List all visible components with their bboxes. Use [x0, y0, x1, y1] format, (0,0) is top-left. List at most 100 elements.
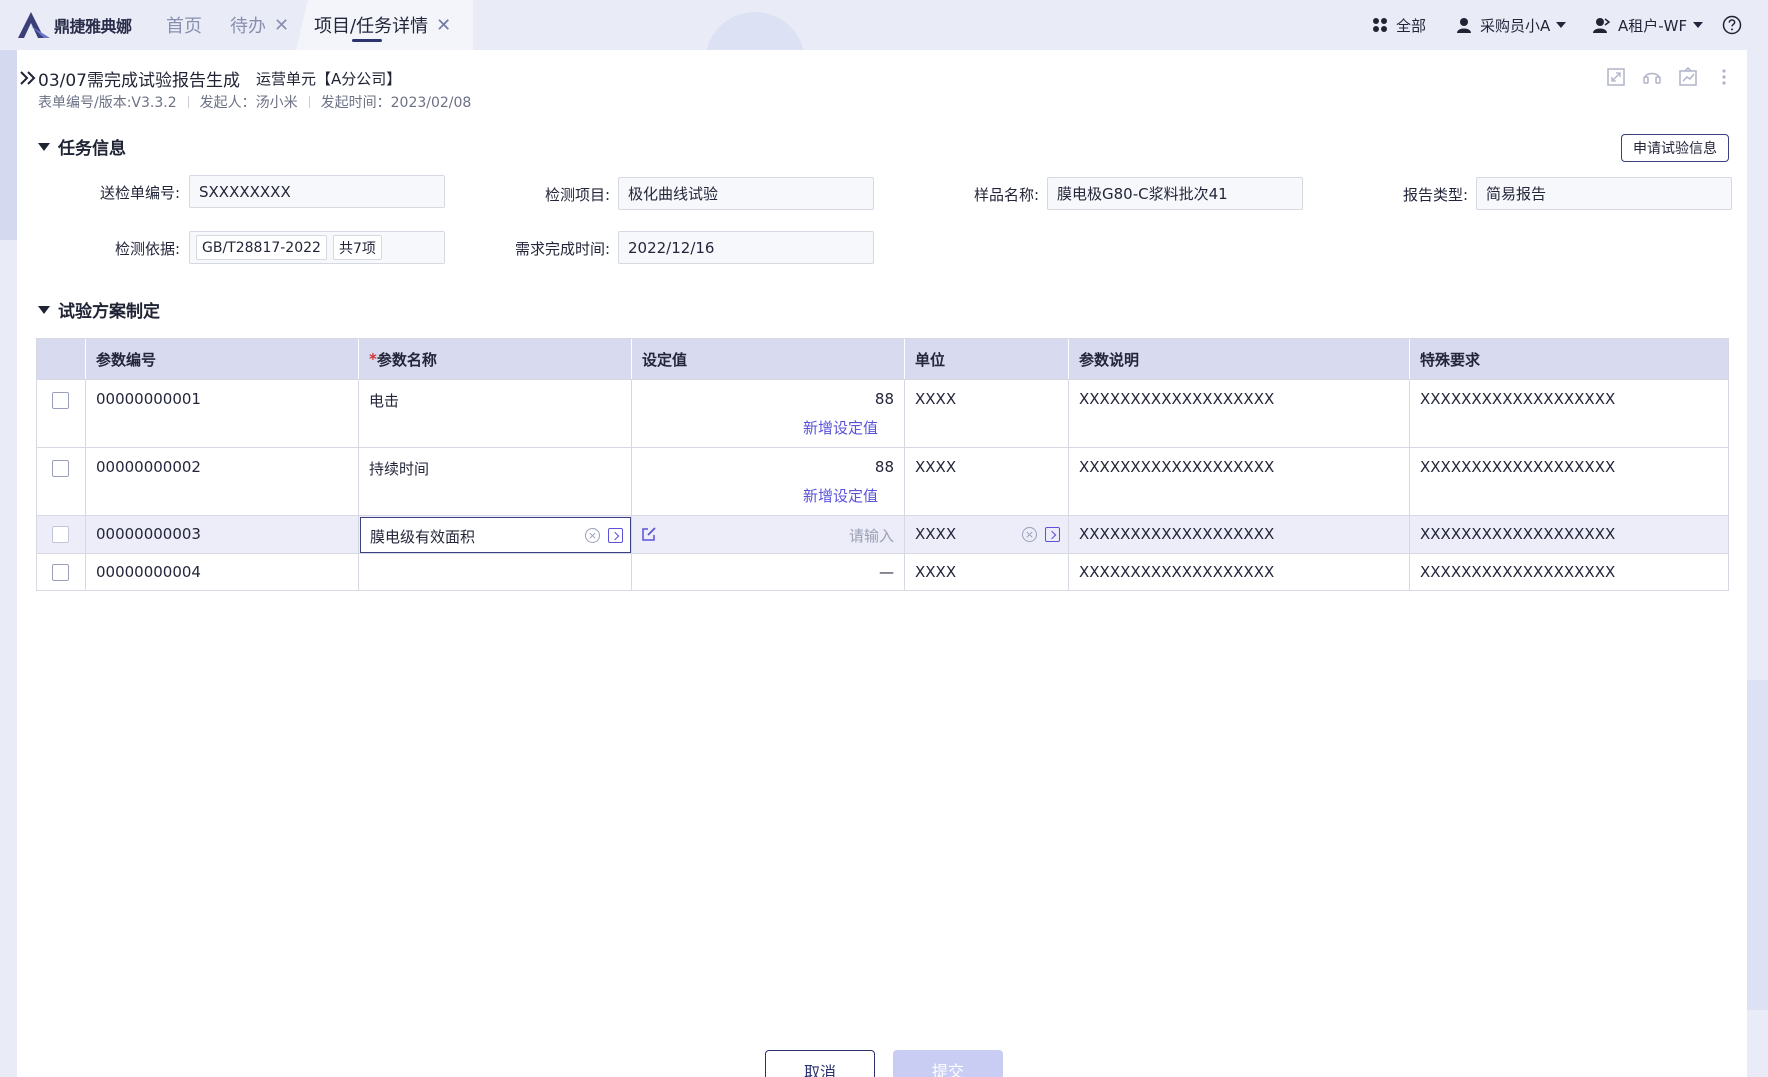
basis-tag: GB/T28817-2022: [196, 235, 327, 260]
basis-field[interactable]: GB/T28817-2022 共7项: [189, 231, 445, 264]
logo-text: 鼎捷雅典娜: [54, 17, 132, 36]
add-set-value-link[interactable]: 新增设定值: [803, 485, 878, 506]
tenant-menu[interactable]: A租户-WF: [1592, 0, 1704, 50]
special-req: XXXXXXXXXXXXXXXXXXX: [1420, 390, 1616, 408]
test-item-label: 检测项目:: [544, 186, 610, 204]
tab-task-detail[interactable]: 项目/任务详情 ✕: [296, 0, 474, 50]
table-row: 00000000001 电击 88 新增设定值 XXXX XXXXXXXXXXX…: [37, 379, 1728, 447]
user-label: 采购员小A: [1480, 16, 1551, 35]
tab-home[interactable]: 首页: [166, 0, 202, 50]
help-icon: [1722, 15, 1742, 35]
param-desc: XXXXXXXXXXXXXXXXXXX: [1079, 458, 1275, 476]
table-header: 参数编号 * 参数名称 设定值 单位 参数说明 特殊要求: [37, 339, 1728, 379]
left-edge-shade: [0, 50, 17, 240]
param-desc: XXXXXXXXXXXXXXXXXXX: [1079, 390, 1275, 408]
tenant-label: A租户-WF: [1618, 16, 1688, 35]
task-meta: 表单编号/版本:V3.3.2 发起人：汤小米 发起时间：2023/02/08: [38, 92, 471, 112]
section-task-info[interactable]: 任务信息: [38, 134, 126, 159]
form-version: 表单编号/版本:V3.3.2: [38, 95, 177, 111]
special-req: XXXXXXXXXXXXXXXXXXX: [1420, 525, 1616, 543]
table-row: 00000000004 — XXXX XXXXXXXXXXXXXXXXXXX X…: [37, 553, 1728, 590]
report-chart-icon[interactable]: [1677, 66, 1699, 88]
all-apps-button[interactable]: 全部: [1372, 0, 1426, 50]
inspection-no-field[interactable]: SXXXXXXXX: [189, 175, 445, 208]
close-icon[interactable]: ✕: [436, 15, 451, 36]
header-param-desc: 参数说明: [1069, 339, 1410, 379]
tab-label: 首页: [166, 16, 202, 37]
initiator: 发起人：汤小米: [199, 95, 298, 111]
set-value: 88: [874, 390, 894, 408]
clear-icon[interactable]: ×: [585, 528, 600, 543]
unit-input[interactable]: XXXX ×: [905, 516, 1069, 553]
collapse-triangle-icon: [38, 142, 50, 151]
initiated-time: 发起时间：2023/02/08: [320, 95, 472, 111]
header-special: 特殊要求: [1420, 350, 1481, 369]
report-type-label: 报告类型:: [1402, 186, 1468, 204]
collapse-triangle-icon: [38, 305, 50, 314]
row-checkbox[interactable]: [52, 392, 69, 409]
user-menu[interactable]: 采购员小A: [1456, 0, 1567, 50]
divider: [308, 96, 310, 108]
edit-icon[interactable]: [641, 526, 657, 542]
unit: XXXX: [915, 525, 957, 543]
due-label: 需求完成时间:: [514, 240, 610, 258]
set-value-input[interactable]: 请输入: [632, 516, 905, 553]
param-name-value: 膜电级有效面积: [370, 528, 476, 546]
divider: [187, 96, 189, 108]
caret-down-icon: [1556, 22, 1567, 28]
row-checkbox[interactable]: [52, 564, 69, 581]
app-logo[interactable]: 鼎捷雅典娜: [16, 10, 132, 40]
cancel-button[interactable]: 取消: [765, 1050, 875, 1077]
org-unit: 运营单元【A分公司】: [256, 70, 402, 88]
section-title: 任务信息: [58, 139, 126, 159]
expand-sidebar-icon[interactable]: [18, 68, 38, 88]
required-mark: *: [369, 350, 377, 368]
header-set-value: 设定值: [632, 339, 905, 379]
close-icon[interactable]: ✕: [274, 15, 289, 36]
task-title: 03/07需完成试验报告生成: [38, 71, 240, 91]
test-item-field[interactable]: 极化曲线试验: [618, 177, 874, 210]
tenant-icon: [1593, 18, 1610, 33]
right-edge-shade: [1747, 680, 1768, 1010]
open-picker-icon[interactable]: [1045, 527, 1060, 542]
special-req: XXXXXXXXXXXXXXXXXXX: [1420, 458, 1616, 476]
special-req: XXXXXXXXXXXXXXXXXXX: [1420, 563, 1616, 581]
tab-label: 待办: [230, 16, 266, 37]
top-bar: 鼎捷雅典娜 首页 待办 ✕ 项目/任务详情 ✕ 全部 采购员小A A租户-WF: [0, 0, 1768, 112]
report-type-field[interactable]: 简易报告: [1476, 177, 1732, 210]
help-button[interactable]: [1722, 0, 1742, 50]
param-desc: XXXXXXXXXXXXXXXXXXX: [1079, 563, 1275, 581]
submit-button[interactable]: 提交: [893, 1050, 1003, 1077]
all-label: 全部: [1396, 16, 1427, 35]
inspection-no-label: 送检单编号:: [99, 184, 180, 202]
due-field[interactable]: 2022/12/16: [618, 231, 874, 264]
row-checkbox[interactable]: [52, 526, 69, 543]
section-test-plan[interactable]: 试验方案制定: [38, 297, 160, 322]
header-select: [37, 339, 86, 379]
open-picker-icon[interactable]: [608, 528, 623, 543]
add-set-value-link[interactable]: 新增设定值: [803, 417, 878, 438]
param-desc: XXXXXXXXXXXXXXXXXXX: [1079, 525, 1275, 543]
more-icon[interactable]: [1713, 66, 1735, 88]
param-no: 00000000002: [96, 458, 201, 476]
tab-todo[interactable]: 待办 ✕: [230, 0, 289, 50]
param-name: 电击: [369, 392, 400, 410]
header-param-name: * 参数名称: [359, 339, 632, 379]
sample-name-label: 样品名称:: [973, 186, 1039, 204]
user-icon: [1457, 18, 1471, 33]
active-tab-indicator: [352, 39, 382, 42]
apply-test-info-button[interactable]: 申请试验信息: [1621, 134, 1729, 162]
unit: XXXX: [915, 458, 957, 476]
sample-name-field[interactable]: 膜电极G80-C浆料批次41: [1047, 177, 1303, 210]
support-icon[interactable]: [1641, 66, 1663, 88]
table-row-editing: 00000000003 膜电级有效面积 × 请输入 XXXX × XXXXXXX…: [37, 515, 1728, 553]
param-name-input[interactable]: 膜电级有效面积 ×: [360, 517, 631, 553]
fullscreen-icon[interactable]: [1605, 66, 1627, 88]
row-checkbox[interactable]: [52, 460, 69, 477]
param-no: 00000000001: [96, 390, 201, 408]
caret-down-icon: [1693, 22, 1704, 28]
basis-count-tag[interactable]: 共7项: [332, 235, 382, 260]
set-value-placeholder: 请输入: [848, 527, 894, 545]
clear-icon[interactable]: ×: [1022, 527, 1037, 542]
header-param-no: 参数编号: [86, 339, 359, 379]
